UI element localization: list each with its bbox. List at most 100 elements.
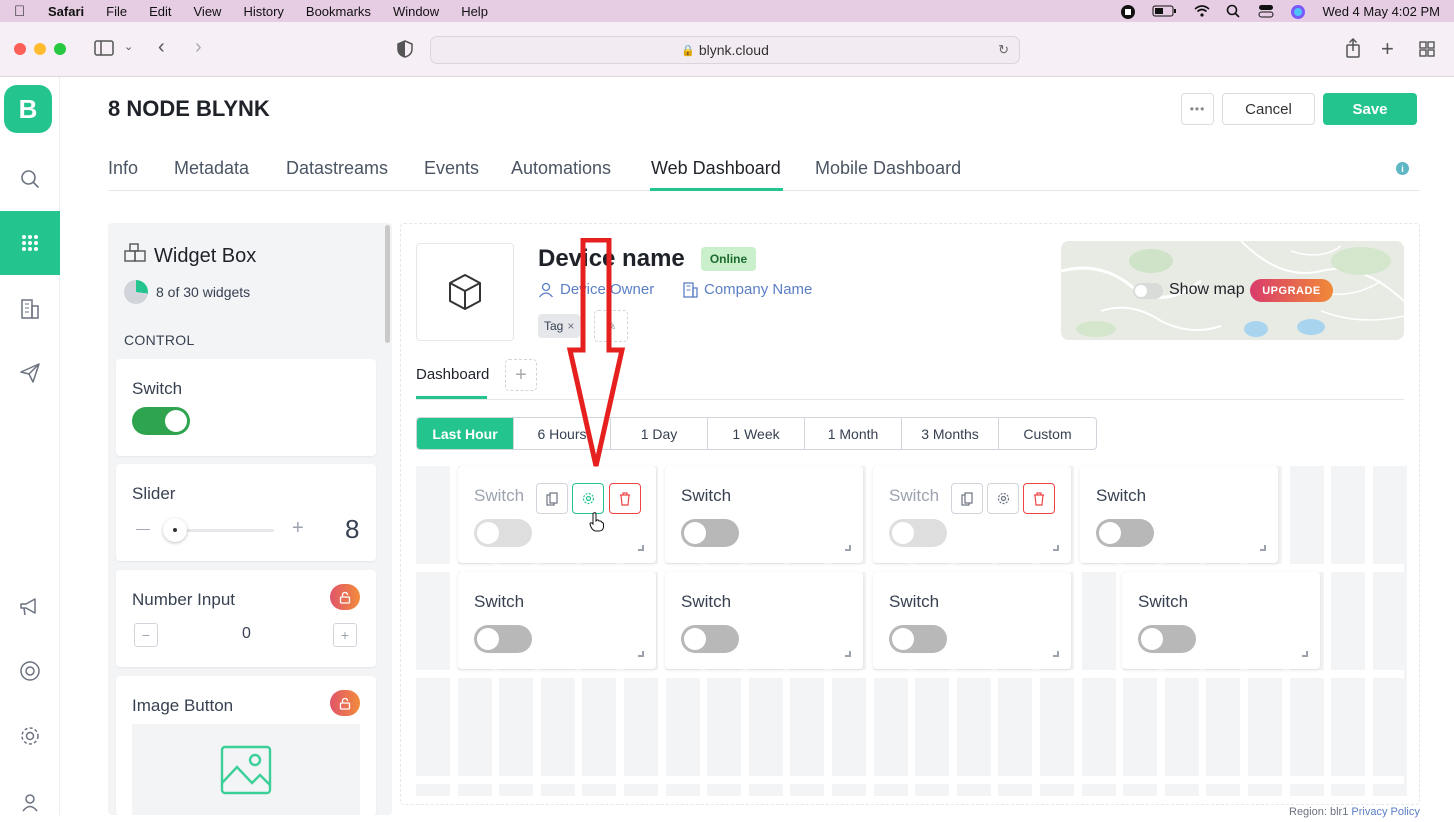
menu-bar-clock[interactable]: Wed 4 May 4:02 PM bbox=[1322, 4, 1440, 19]
switch-toggle[interactable] bbox=[681, 625, 739, 653]
menu-help[interactable]: Help bbox=[461, 4, 488, 19]
duplicate-widget-button[interactable] bbox=[951, 483, 983, 514]
dashboard-grid-icon[interactable] bbox=[0, 211, 60, 275]
widget-box-scrollbar[interactable] bbox=[385, 225, 390, 343]
info-icon[interactable]: i bbox=[1396, 162, 1409, 175]
switch-toggle[interactable] bbox=[889, 519, 947, 547]
resize-handle[interactable] bbox=[638, 651, 644, 657]
duplicate-widget-button[interactable] bbox=[536, 483, 568, 514]
menu-bookmarks[interactable]: Bookmarks bbox=[306, 4, 371, 19]
switch-toggle[interactable] bbox=[474, 519, 532, 547]
switch-toggle[interactable] bbox=[889, 625, 947, 653]
apple-icon[interactable]:  bbox=[14, 3, 28, 20]
switch-toggle[interactable] bbox=[681, 519, 739, 547]
tab-info[interactable]: Info bbox=[108, 158, 138, 179]
switch-widget-3[interactable]: Switch bbox=[873, 466, 1071, 563]
new-tab-icon[interactable]: + bbox=[1381, 36, 1394, 62]
menu-view[interactable]: View bbox=[194, 4, 222, 19]
device-image[interactable] bbox=[416, 243, 514, 341]
tab-automations[interactable]: Automations bbox=[511, 158, 611, 179]
switch-widget-8[interactable]: Switch bbox=[1122, 572, 1320, 669]
cancel-button[interactable]: Cancel bbox=[1222, 93, 1315, 125]
tab-mobile-dashboard[interactable]: Mobile Dashboard bbox=[815, 158, 961, 179]
switch-toggle[interactable] bbox=[474, 625, 532, 653]
battery-icon[interactable] bbox=[1152, 4, 1178, 18]
range-custom[interactable]: Custom bbox=[999, 418, 1096, 449]
show-map-toggle[interactable] bbox=[1133, 283, 1163, 299]
company-name: Company Name bbox=[682, 281, 812, 298]
tab-overview-icon[interactable] bbox=[1419, 41, 1435, 62]
resize-handle[interactable] bbox=[1302, 651, 1308, 657]
privacy-shield-icon[interactable] bbox=[397, 40, 413, 63]
range-last-hour[interactable]: Last Hour bbox=[417, 418, 514, 449]
switch-toggle[interactable] bbox=[1138, 625, 1196, 653]
search-icon[interactable] bbox=[0, 159, 60, 199]
minimize-window-button[interactable] bbox=[34, 43, 46, 55]
active-tab-indicator bbox=[650, 188, 783, 191]
range-3-months[interactable]: 3 Months bbox=[902, 418, 999, 449]
share-icon[interactable] bbox=[1345, 37, 1361, 63]
back-icon[interactable]: ‹ bbox=[158, 36, 165, 59]
range-1-month[interactable]: 1 Month bbox=[805, 418, 902, 449]
add-dashboard-tab-button[interactable]: + bbox=[505, 359, 537, 391]
menu-app-safari[interactable]: Safari bbox=[48, 4, 84, 19]
widget-settings-button[interactable] bbox=[572, 483, 604, 514]
lifebuoy-icon[interactable] bbox=[0, 651, 60, 691]
spotlight-search-icon[interactable] bbox=[1226, 4, 1242, 18]
menu-edit[interactable]: Edit bbox=[149, 4, 171, 19]
gear-icon[interactable] bbox=[0, 716, 60, 756]
building-icon[interactable] bbox=[0, 289, 60, 329]
widget-card-switch[interactable]: Switch bbox=[116, 359, 376, 456]
switch-widget-4[interactable]: Switch bbox=[1080, 466, 1278, 563]
menu-window[interactable]: Window bbox=[393, 4, 439, 19]
siri-icon[interactable] bbox=[1290, 4, 1306, 19]
resize-handle[interactable] bbox=[1260, 545, 1266, 551]
menu-file[interactable]: File bbox=[106, 4, 127, 19]
resize-handle[interactable] bbox=[1053, 651, 1059, 657]
close-window-button[interactable] bbox=[14, 43, 26, 55]
widget-card-slider[interactable]: Slider — + 8 bbox=[116, 464, 376, 561]
switch-widget-7[interactable]: Switch bbox=[873, 572, 1071, 669]
blynk-logo[interactable]: B bbox=[4, 85, 52, 133]
resize-handle[interactable] bbox=[845, 651, 851, 657]
delete-widget-button[interactable] bbox=[1023, 483, 1055, 514]
widget-section-heading: CONTROL bbox=[124, 332, 195, 348]
chevron-down-icon[interactable]: ⌄ bbox=[124, 40, 133, 53]
reload-icon[interactable]: ↻ bbox=[998, 42, 1009, 58]
forward-icon[interactable]: › bbox=[195, 36, 202, 59]
widget-card-number-input[interactable]: Number Input − 0 + bbox=[116, 570, 376, 667]
switch-widget-5[interactable]: Switch bbox=[458, 572, 656, 669]
zoom-window-button[interactable] bbox=[54, 43, 66, 55]
user-icon[interactable] bbox=[0, 782, 60, 822]
wifi-icon[interactable] bbox=[1194, 4, 1210, 18]
switch-widget-2[interactable]: Switch bbox=[665, 466, 863, 563]
switch-toggle[interactable] bbox=[1096, 519, 1154, 547]
tab-events[interactable]: Events bbox=[424, 158, 479, 179]
resize-handle[interactable] bbox=[638, 545, 644, 551]
tab-web-dashboard[interactable]: Web Dashboard bbox=[651, 158, 781, 179]
range-1-week[interactable]: 1 Week bbox=[708, 418, 805, 449]
resize-handle[interactable] bbox=[845, 545, 851, 551]
megaphone-icon[interactable] bbox=[0, 587, 60, 627]
send-icon[interactable] bbox=[0, 353, 60, 393]
switch-widget-6[interactable]: Switch bbox=[665, 572, 863, 669]
record-stop-icon[interactable] bbox=[1120, 4, 1136, 19]
tab-datastreams[interactable]: Datastreams bbox=[286, 158, 388, 179]
map-preview[interactable]: Show map UPGRADE bbox=[1061, 241, 1404, 340]
switch-widget-1[interactable]: Switch bbox=[458, 466, 656, 563]
tab-metadata[interactable]: Metadata bbox=[174, 158, 249, 179]
switch-widget-name: Switch bbox=[681, 486, 732, 505]
save-button[interactable]: Save bbox=[1323, 93, 1417, 125]
resize-handle[interactable] bbox=[1053, 545, 1059, 551]
menu-history[interactable]: History bbox=[243, 4, 283, 19]
control-center-icon[interactable] bbox=[1258, 4, 1274, 18]
widget-card-image-button[interactable]: Image Button bbox=[116, 676, 376, 815]
widget-settings-button[interactable] bbox=[987, 483, 1019, 514]
tab-dashboard[interactable]: Dashboard bbox=[416, 366, 489, 383]
privacy-policy-link[interactable]: Privacy Policy bbox=[1351, 806, 1419, 818]
sidebar-toggle-icon[interactable] bbox=[94, 40, 114, 61]
more-options-button[interactable]: ••• bbox=[1181, 93, 1214, 125]
address-bar[interactable]: 🔒 blynk.cloud ↻ bbox=[430, 36, 1020, 64]
upgrade-badge[interactable]: UPGRADE bbox=[1250, 279, 1333, 302]
delete-widget-button[interactable] bbox=[609, 483, 641, 514]
